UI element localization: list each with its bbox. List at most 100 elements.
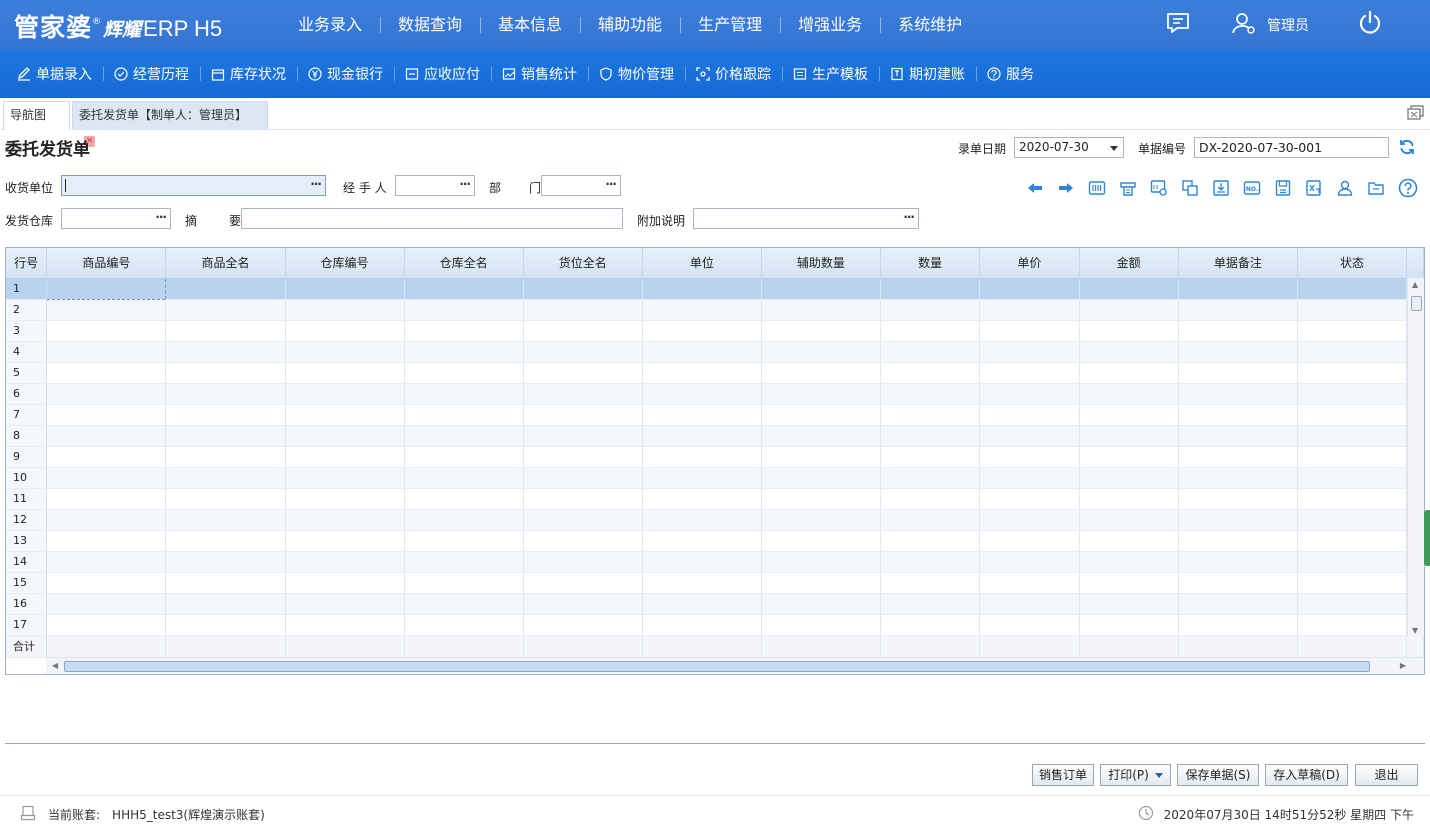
grid-cell[interactable] [165, 446, 286, 468]
grid-cell[interactable] [285, 383, 405, 405]
grid-cell[interactable] [1079, 425, 1179, 447]
subnav-receivable[interactable]: 应收应付 [394, 49, 491, 98]
arrow-left-icon[interactable] [1026, 178, 1057, 198]
grid-cell[interactable] [165, 614, 286, 636]
grid-cell[interactable] [1178, 488, 1298, 510]
grid-cell[interactable] [404, 425, 524, 447]
grid-cell[interactable] [761, 488, 881, 510]
grid-cell[interactable] [1178, 446, 1298, 468]
save-button[interactable]: 保存单据(S) [1177, 764, 1259, 786]
grid-cell[interactable] [979, 488, 1080, 510]
grid-cell[interactable] [1178, 383, 1298, 405]
note-input[interactable]: ··· [693, 208, 919, 229]
scroll-up-icon[interactable]: ▲ [1412, 280, 1418, 289]
grid-cell[interactable] [285, 530, 405, 552]
grid-cell[interactable] [642, 467, 762, 489]
grid-cell[interactable] [1079, 572, 1179, 594]
grid-cell[interactable] [761, 299, 881, 321]
grid-cell[interactable] [1079, 278, 1179, 300]
column-header[interactable]: 数量 [880, 248, 981, 279]
exit-button[interactable]: 退出 [1355, 764, 1418, 786]
grid-cell[interactable] [979, 362, 1080, 384]
grid-cell[interactable] [46, 425, 167, 447]
table-row[interactable]: 9 [6, 446, 1424, 468]
grid-cell[interactable] [1178, 509, 1298, 531]
grid-cell[interactable] [523, 509, 643, 531]
printer-icon[interactable] [1119, 178, 1150, 198]
table-row[interactable]: 5 [6, 362, 1424, 384]
print-button[interactable]: 打印(P) [1100, 764, 1171, 786]
grid-cell[interactable] [979, 530, 1080, 552]
grid-cell[interactable] [761, 530, 881, 552]
scroll-thumb[interactable] [64, 661, 1370, 672]
vertical-scrollbar[interactable]: ▲ ▼ [1407, 278, 1424, 636]
column-header[interactable]: 金额 [1079, 248, 1179, 279]
grid-cell[interactable] [1079, 341, 1179, 363]
grid-cell[interactable] [285, 299, 405, 321]
grid-cell[interactable] [880, 530, 981, 552]
grid-cell[interactable] [1297, 425, 1408, 447]
grid-cell[interactable] [285, 572, 405, 594]
help-icon[interactable] [1398, 178, 1429, 198]
main-nav-item-basic-info[interactable]: 基本信息 [480, 0, 580, 49]
grid-cell[interactable] [285, 404, 405, 426]
grid-cell[interactable] [1079, 551, 1179, 573]
grid-cell[interactable] [880, 488, 981, 510]
subnav-price-mgmt[interactable]: 物价管理 [588, 49, 685, 98]
grid-cell[interactable] [979, 467, 1080, 489]
table-row[interactable]: 16 [6, 593, 1424, 615]
grid-cell[interactable] [1178, 362, 1298, 384]
grid-cell[interactable] [979, 593, 1080, 615]
table-row[interactable]: 10 [6, 467, 1424, 489]
grid-cell[interactable] [1297, 320, 1408, 342]
grid-cell[interactable] [165, 362, 286, 384]
table-row[interactable]: 6 [6, 383, 1424, 405]
grid-cell[interactable] [46, 509, 167, 531]
grid-cell[interactable] [979, 572, 1080, 594]
table-row[interactable]: 1 [6, 277, 1424, 300]
date-field[interactable]: 2020-07-30 [1014, 137, 1124, 158]
grid-cell[interactable] [404, 383, 524, 405]
grid-cell[interactable] [979, 509, 1080, 531]
grid-cell[interactable] [165, 593, 286, 615]
import-icon[interactable] [1212, 178, 1243, 198]
grid-cell[interactable] [880, 299, 981, 321]
grid-cell[interactable] [1178, 404, 1298, 426]
grid-cell[interactable] [642, 614, 762, 636]
grid-cell[interactable] [523, 572, 643, 594]
grid-cell[interactable] [523, 593, 643, 615]
chevron-down-icon[interactable] [1154, 773, 1163, 778]
grid-cell[interactable] [165, 425, 286, 447]
grid-cell[interactable] [1079, 614, 1179, 636]
grid-cell[interactable] [285, 362, 405, 384]
grid-cell[interactable] [642, 320, 762, 342]
grid-cell[interactable] [1297, 341, 1408, 363]
lookup-button[interactable]: ··· [903, 208, 915, 227]
scroll-right-icon[interactable]: ▶ [1400, 661, 1406, 670]
save-icon[interactable] [1274, 178, 1305, 198]
grid-cell[interactable] [404, 530, 524, 552]
grid-cell[interactable] [642, 383, 762, 405]
grid-cell[interactable] [1079, 530, 1179, 552]
main-nav-item-enhanced[interactable]: 增强业务 [780, 0, 880, 49]
sales-order-button[interactable]: 销售订单 [1032, 764, 1094, 786]
column-header[interactable]: 货位全名 [523, 248, 643, 279]
grid-cell[interactable] [404, 509, 524, 531]
grid-cell[interactable] [642, 509, 762, 531]
grid-cell[interactable] [761, 404, 881, 426]
grid-cell[interactable] [1178, 593, 1298, 615]
grid-cell[interactable] [880, 278, 981, 300]
grid-cell[interactable] [1079, 593, 1179, 615]
column-header[interactable]: 行号 [6, 248, 48, 279]
grid-cell[interactable] [165, 488, 286, 510]
grid-cell[interactable] [46, 467, 167, 489]
grid-cell[interactable] [523, 404, 643, 426]
grid-cell[interactable] [165, 404, 286, 426]
grid-cell[interactable] [1297, 383, 1408, 405]
side-panel-handle[interactable] [1424, 510, 1430, 566]
grid-cell[interactable] [979, 551, 1080, 573]
grid-cell[interactable] [880, 341, 981, 363]
grid-cell[interactable] [1297, 362, 1408, 384]
grid-cell[interactable] [761, 509, 881, 531]
grid-cell[interactable] [46, 341, 167, 363]
